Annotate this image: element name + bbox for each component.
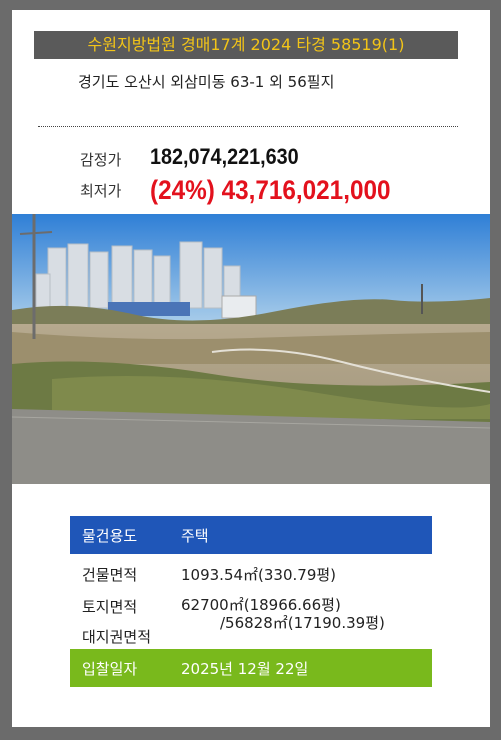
auction-card: 수원지방법원 경매17계 2024 타경 58519(1) 경기도 오산시 외삼…	[12, 10, 490, 727]
bid-date-row: 입찰일자 2025년 12월 22일	[70, 649, 432, 687]
appraisal-value: 182,074,221,630	[150, 144, 299, 169]
minimum-price-label: 최저가	[80, 182, 122, 200]
land-photo	[12, 214, 490, 484]
building-area-value: 1093.54㎡(330.79평)	[181, 566, 337, 584]
usage-value: 주택	[181, 527, 209, 545]
building-area-label: 건물면적	[82, 566, 138, 584]
appraisal-label: 감정가	[80, 151, 122, 169]
usage-row: 물건용도 주택	[70, 516, 432, 554]
land-right-label: 대지권면적	[82, 628, 152, 646]
divider	[38, 126, 458, 127]
property-address: 경기도 오산시 외삼미동 63-1 외 56필지	[78, 73, 335, 91]
bid-date-value: 2025년 12월 22일	[181, 660, 309, 678]
bid-date-label: 입찰일자	[82, 660, 138, 678]
land-right-value: /56828㎡(17190.39평)	[220, 614, 385, 632]
case-title-banner: 수원지방법원 경매17계 2024 타경 58519(1)	[34, 31, 458, 59]
usage-label: 물건용도	[82, 527, 138, 545]
land-photo-illustration	[12, 214, 490, 484]
minimum-price-value: (24%) 43,716,021,000	[150, 175, 391, 205]
land-area-label: 토지면적	[82, 598, 138, 616]
